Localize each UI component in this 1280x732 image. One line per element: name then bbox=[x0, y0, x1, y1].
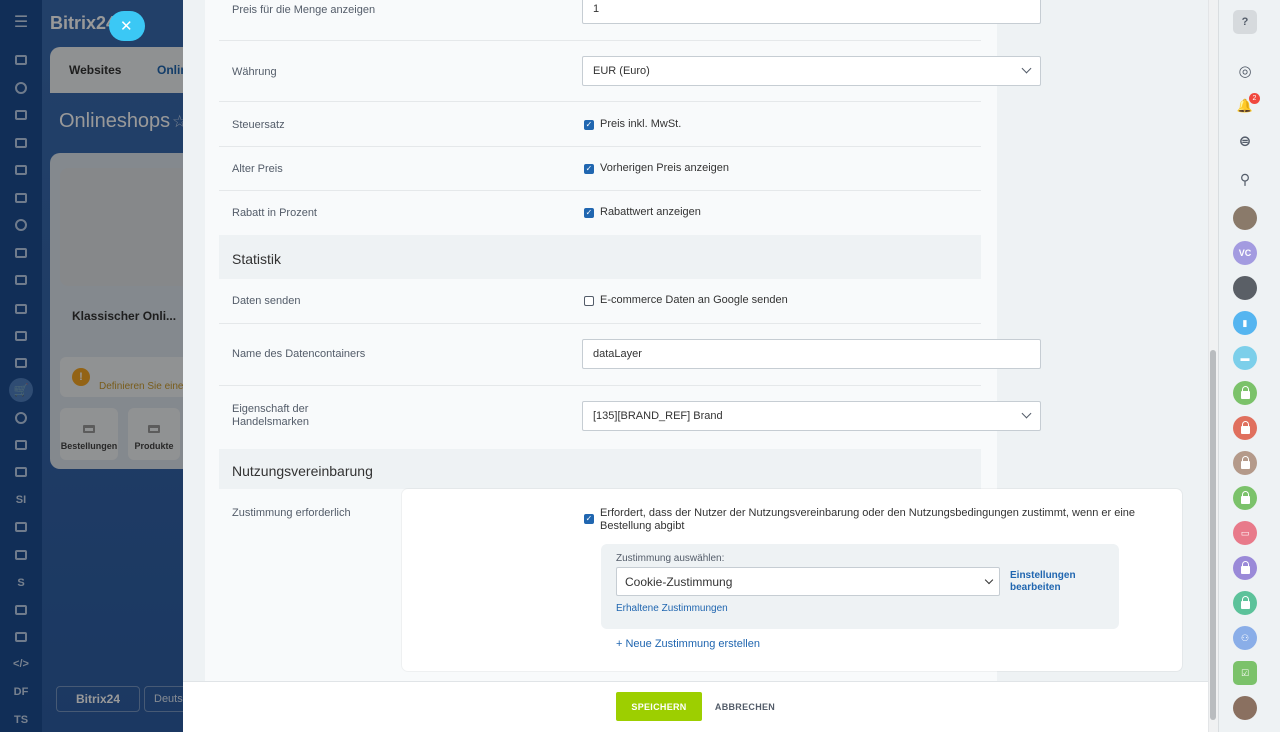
currency-value: EUR (Euro) bbox=[593, 65, 650, 77]
cancel-button[interactable]: ABBRECHEN bbox=[714, 692, 776, 721]
chevron-down-icon bbox=[1021, 408, 1032, 419]
lock-icon[interactable] bbox=[1233, 486, 1257, 510]
tax-checkbox-label[interactable]: Preis inkl. MwSt. bbox=[600, 118, 681, 131]
consent-required-checkbox-label[interactable]: Erfordert, dass der Nutzer der Nutzungsv… bbox=[600, 507, 1160, 533]
label-container-name: Name des Datencontainers bbox=[232, 348, 366, 360]
bookmark-icon[interactable]: ▮ bbox=[1233, 311, 1257, 335]
send-data-checkbox[interactable] bbox=[584, 296, 594, 306]
discount-checkbox[interactable]: ✓ bbox=[584, 208, 594, 218]
avatar[interactable] bbox=[1233, 696, 1257, 720]
lock-icon[interactable] bbox=[1233, 556, 1257, 580]
consent-select[interactable]: Cookie-Zustimmung bbox=[616, 567, 1000, 596]
label-price-quantity: Preis für die Menge anzeigen bbox=[232, 4, 376, 16]
help-button[interactable]: ? bbox=[1233, 10, 1257, 34]
messenger-icon[interactable]: ⊜ bbox=[1233, 129, 1257, 153]
lock-icon[interactable] bbox=[1233, 416, 1257, 440]
consent-select-value: Cookie-Zustimmung bbox=[625, 574, 733, 589]
chevron-down-icon bbox=[1021, 63, 1032, 74]
label-brand-property: Eigenschaft der Handelsmarken bbox=[232, 403, 310, 428]
tax-checkbox[interactable]: ✓ bbox=[584, 120, 594, 130]
contact-card-icon[interactable]: ▭ bbox=[1233, 521, 1257, 545]
label-currency: Währung bbox=[232, 66, 277, 78]
send-data-checkbox-label[interactable]: E-commerce Daten an Google senden bbox=[600, 294, 788, 307]
notification-badge: 2 bbox=[1249, 93, 1260, 104]
tasks-icon[interactable]: ☑ bbox=[1233, 661, 1257, 685]
statistics-title: Statistik bbox=[232, 251, 282, 267]
brand-property-value: [135][BRAND_REF] Brand bbox=[593, 410, 723, 422]
lock-icon[interactable] bbox=[1233, 451, 1257, 475]
copilot-icon[interactable]: ◎ bbox=[1233, 59, 1257, 83]
overlay-dim[interactable] bbox=[0, 0, 183, 732]
label-consent-required: Zustimmung erforderlich bbox=[232, 507, 351, 519]
label-tax: Steuersatz bbox=[232, 119, 285, 131]
currency-select[interactable]: EUR (Euro) bbox=[582, 56, 1041, 86]
avatar[interactable] bbox=[1233, 276, 1257, 300]
save-button[interactable]: SPEICHERN bbox=[616, 692, 702, 721]
chevron-down-icon bbox=[984, 575, 994, 585]
brand-property-select[interactable]: [135][BRAND_REF] Brand bbox=[582, 401, 1041, 431]
old-price-checkbox[interactable]: ✓ bbox=[584, 164, 594, 174]
label-old-price: Alter Preis bbox=[232, 163, 283, 175]
received-consents-link[interactable]: Erhaltene Zustimmungen bbox=[616, 603, 728, 614]
lock-icon[interactable] bbox=[1233, 381, 1257, 405]
container-name-input[interactable]: dataLayer bbox=[582, 339, 1041, 369]
discount-checkbox-label[interactable]: Rabattwert anzeigen bbox=[600, 206, 701, 219]
lock-icon[interactable] bbox=[1233, 591, 1257, 615]
agreement-title: Nutzungsvereinbarung bbox=[232, 463, 373, 479]
close-slider-button[interactable]: ✕ bbox=[109, 11, 145, 41]
avatar-vc[interactable]: VC bbox=[1233, 241, 1257, 265]
label-discount: Rabatt in Prozent bbox=[232, 207, 317, 219]
group-icon[interactable]: ⚇ bbox=[1233, 626, 1257, 650]
consent-required-checkbox[interactable]: ✓ bbox=[584, 514, 594, 524]
section-statistics bbox=[219, 235, 981, 279]
price-quantity-input[interactable]: 1 bbox=[582, 0, 1041, 24]
avatar[interactable] bbox=[1233, 206, 1257, 230]
close-icon: ✕ bbox=[120, 18, 133, 35]
scrollbar-thumb[interactable] bbox=[1210, 350, 1216, 720]
old-price-checkbox-label[interactable]: Vorherigen Preis anzeigen bbox=[600, 162, 729, 175]
edit-settings-link[interactable]: Einstellungen bearbeiten bbox=[1010, 570, 1100, 594]
chat-group-icon[interactable]: ▬ bbox=[1233, 346, 1257, 370]
label-send-data: Daten senden bbox=[232, 295, 301, 307]
consent-select-label: Zustimmung auswählen: bbox=[616, 553, 725, 564]
search-icon[interactable]: ⚲ bbox=[1233, 167, 1257, 191]
new-consent-link[interactable]: + Neue Zustimmung erstellen bbox=[616, 638, 760, 650]
